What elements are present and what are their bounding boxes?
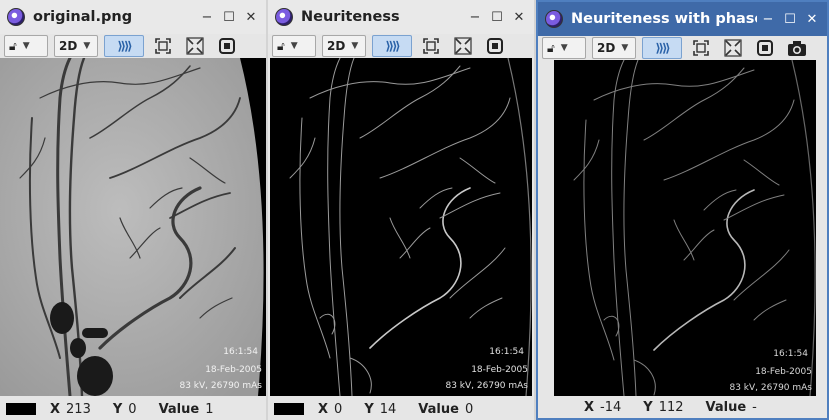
maximize-icon[interactable]: ☐ [486, 6, 508, 28]
minimize-icon[interactable]: − [464, 6, 486, 28]
pixel-color-swatch [6, 403, 36, 415]
x-label: X [584, 399, 595, 415]
link-views-button[interactable]: ⟫⟫ [104, 35, 144, 57]
x-value: 213 [66, 401, 91, 417]
zoom-actual-icon[interactable] [720, 37, 746, 59]
minimize-icon[interactable]: − [196, 6, 218, 28]
value-label: Value [705, 399, 747, 415]
pixel-color-swatch [274, 403, 304, 415]
exposure-annotation: 83 kV, 26790 mAs [445, 381, 528, 391]
x-label: X [318, 401, 329, 417]
dimension-dropdown[interactable]: 2D ▼ [322, 35, 366, 57]
chevron-down-icon: ▼ [351, 41, 359, 51]
chevron-down-icon: ▼ [83, 41, 91, 51]
title-bar[interactable]: Neuriteness − ☐ ✕ [268, 0, 534, 34]
title-bar[interactable]: original.png − ☐ ✕ [0, 0, 266, 34]
close-icon[interactable]: ✕ [240, 6, 262, 28]
zoom-actual-icon[interactable] [182, 35, 208, 57]
image-canvas[interactable]: 16:1:54 18-Feb-2005 83 kV, 26790 mAs [270, 58, 532, 396]
x-value: 0 [334, 401, 343, 417]
dimension-dropdown[interactable]: 2D ▼ [592, 37, 636, 59]
link-views-button[interactable]: ⟫⟫ [642, 37, 682, 59]
status-bar: X 0 Y 14 Value 0 [268, 398, 534, 420]
app-icon [545, 10, 563, 28]
date-annotation: 18-Feb-2005 [755, 367, 812, 377]
status-bar: X 213 Y 0 Value 1 [0, 398, 266, 420]
title-bar[interactable]: Neuriteness with phase − ☐ ✕ [538, 2, 827, 36]
y-label: Y [643, 399, 653, 415]
lock-dropdown[interactable]: 🔓︎ ▼ [542, 37, 586, 59]
chevron-down-icon: ▼ [560, 43, 568, 53]
chevron-down-icon: ▼ [621, 43, 629, 53]
record-icon[interactable] [482, 35, 508, 57]
close-icon[interactable]: ✕ [508, 6, 530, 28]
zoom-actual-icon[interactable] [450, 35, 476, 57]
exposure-annotation: 83 kV, 26790 mAs [179, 381, 262, 391]
window-title: Neuriteness with phase [571, 11, 757, 27]
fit-window-icon[interactable] [688, 37, 714, 59]
status-bar: X -14 Y 112 Value - [538, 396, 827, 418]
timestamp-annotation: 16:1:54 [489, 347, 524, 357]
angiogram-image: 16:1:54 18-Feb-2005 83 kV, 26790 mAs [0, 58, 266, 396]
lock-icon: 🔓︎ [547, 40, 555, 55]
record-icon[interactable] [214, 35, 240, 57]
y-label: Y [112, 401, 123, 417]
lock-icon: 🔓︎ [9, 38, 17, 53]
image-canvas[interactable]: 16:1:54 18-Feb-2005 83 kV, 26790 mAs [554, 60, 816, 396]
y-value: 112 [658, 399, 684, 415]
fit-window-icon[interactable] [150, 35, 176, 57]
dimension-dropdown[interactable]: 2D ▼ [54, 35, 98, 57]
toolbar: 🔓︎ ▼ 2D ▼ ⟫⟫ [538, 36, 827, 60]
neuriteness-image: 16:1:54 18-Feb-2005 83 kV, 26790 mAs [270, 58, 532, 396]
neuriteness-phase-image: 16:1:54 18-Feb-2005 83 kV, 26790 mAs [554, 60, 816, 396]
value-value: 1 [205, 401, 214, 417]
y-value: 14 [379, 401, 397, 417]
minimize-icon[interactable]: − [757, 8, 779, 30]
lock-dropdown[interactable]: 🔓︎ ▼ [272, 35, 316, 57]
value-value: - [752, 399, 757, 415]
value-value: 0 [464, 401, 474, 417]
exposure-annotation: 83 kV, 26790 mAs [729, 383, 812, 393]
x-label: X [50, 401, 61, 417]
link-views-button[interactable]: ⟫⟫ [372, 35, 412, 57]
date-annotation: 18-Feb-2005 [205, 365, 262, 375]
chevron-down-icon: ▼ [290, 41, 298, 51]
toolbar: 🔓︎ ▼ 2D ▼ ⟫⟫ [0, 34, 266, 58]
y-value: 0 [128, 401, 137, 417]
value-label: Value [158, 401, 200, 417]
lock-icon: 🔓︎ [277, 38, 285, 53]
image-canvas[interactable]: 16:1:54 18-Feb-2005 83 kV, 26790 mAs [0, 58, 266, 396]
value-label: Value [418, 401, 459, 417]
fit-window-icon[interactable] [418, 35, 444, 57]
window-original[interactable]: original.png − ☐ ✕ 🔓︎ ▼ 2D ▼ ⟫⟫ 16:1:54 … [0, 0, 266, 420]
app-icon [275, 8, 293, 26]
lock-dropdown[interactable]: 🔓︎ ▼ [4, 35, 48, 57]
app-icon [7, 8, 25, 26]
toolbar: 🔓︎ ▼ 2D ▼ ⟫⟫ [268, 34, 534, 58]
timestamp-annotation: 16:1:54 [773, 349, 808, 359]
close-icon[interactable]: ✕ [801, 8, 823, 30]
camera-icon[interactable] [784, 37, 810, 59]
window-title: Neuriteness [301, 9, 400, 25]
date-annotation: 18-Feb-2005 [471, 365, 528, 375]
maximize-icon[interactable]: ☐ [218, 6, 240, 28]
window-neuriteness-phase[interactable]: Neuriteness with phase − ☐ ✕ 🔓︎ ▼ 2D ▼ ⟫⟫ [536, 0, 829, 420]
maximize-icon[interactable]: ☐ [779, 8, 801, 30]
y-label: Y [364, 401, 374, 417]
window-neuriteness[interactable]: Neuriteness − ☐ ✕ 🔓︎ ▼ 2D ▼ ⟫⟫ 16:1:54 1… [268, 0, 534, 420]
window-title: original.png [33, 9, 133, 25]
record-icon[interactable] [752, 37, 778, 59]
x-value: -14 [600, 399, 622, 415]
timestamp-annotation: 16:1:54 [223, 347, 258, 357]
chevron-down-icon: ▼ [22, 41, 30, 51]
